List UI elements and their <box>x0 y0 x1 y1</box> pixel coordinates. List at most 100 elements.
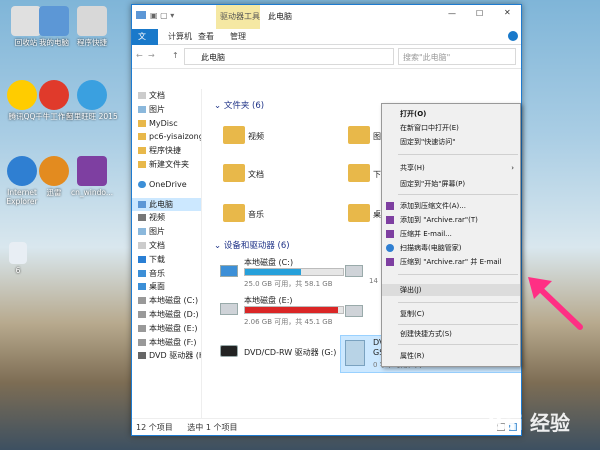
drive-usage-fill <box>245 307 339 313</box>
forward-arrow-icon[interactable]: → <box>148 51 155 60</box>
menu-label: 打开(O) <box>400 110 427 118</box>
nav-item-mydisc[interactable]: MyDisc <box>132 117 201 131</box>
title-bar: ▣ ▢ ▾ 驱动器工具 此电脑 — ☐ ✕ <box>132 5 521 29</box>
tab-manage[interactable]: 管理 <box>224 29 252 45</box>
drive-size: 2.06 GB 可用，共 45.1 GB <box>244 318 333 326</box>
nav-item-pictures[interactable]: 图片 <box>132 103 201 117</box>
nav-item-desktop[interactable]: 桌面 <box>132 280 201 294</box>
menu-item-compress-email[interactable]: 压缩并 E-mail... <box>382 228 520 240</box>
help-icon[interactable] <box>508 31 518 41</box>
nav-item-drive-d[interactable]: 本地磁盘 (D:) <box>132 308 201 322</box>
nav-item-drive-c[interactable]: 本地磁盘 (C:) <box>132 294 201 308</box>
nav-label: DVD 驱动器 (H:) <box>149 351 201 361</box>
menu-item-open-new-window[interactable]: 在新窗口中打开(E) <box>382 122 520 134</box>
menu-item-eject[interactable]: 弹出(J) <box>382 284 520 296</box>
menu-item-properties[interactable]: 属性(R) <box>382 350 520 362</box>
desktop-icon-programs[interactable]: 程序快捷 <box>66 6 118 47</box>
desktop-icon-label: 程序快捷 <box>77 38 107 47</box>
drive-icon <box>345 265 363 277</box>
drive-e[interactable]: 本地磁盘 (E:) 2.06 GB 可用，共 45.1 GB <box>220 295 345 329</box>
desktop-icon-aliwangwang[interactable]: 阿里旺旺 2015 <box>66 80 118 121</box>
quick-access-toolbar[interactable]: ▣ ▢ ▾ <box>150 11 190 21</box>
nav-item-new-folder[interactable]: 新建文件夹 <box>132 158 201 172</box>
drive-partial-right-2[interactable] <box>345 299 375 333</box>
nav-item-this-pc[interactable]: 此电脑 <box>132 197 201 212</box>
context-menu: 打开(O) 在新窗口中打开(E) 固定到"快速访问" 共享(H) › 固定到"开始… <box>381 103 521 367</box>
desktop-icon-file[interactable]: 6 <box>0 242 44 275</box>
menu-separator <box>398 324 518 325</box>
folder-documents[interactable]: 文档 <box>220 159 280 191</box>
section-title: 设备和驱动器 (6) <box>223 241 290 251</box>
menu-item-compress-rar-email[interactable]: 压缩到 "Archive.rar" 并 E-mail <box>382 256 520 268</box>
windows-drive-icon <box>220 265 238 277</box>
aliwangwang-icon <box>77 80 107 110</box>
cloud-icon <box>138 180 146 188</box>
tab-view[interactable]: 查看 <box>192 29 220 45</box>
up-arrow-icon[interactable]: ↑ <box>172 51 179 60</box>
minimize-button[interactable]: — <box>448 9 456 18</box>
picture-icon <box>138 228 146 236</box>
menu-label: 在新窗口中打开(E) <box>400 124 459 132</box>
folder-icon <box>138 133 146 141</box>
menu-item-add-archive-rar[interactable]: 添加到 "Archive.rar"(T) <box>382 214 520 226</box>
nav-item-pc6[interactable]: pc6-yisaizongh <box>132 130 201 144</box>
nav-item-drive-e[interactable]: 本地磁盘 (E:) <box>132 322 201 336</box>
folder-music[interactable]: 音乐 <box>220 199 280 231</box>
back-arrow-icon[interactable]: ← <box>136 51 143 60</box>
devices-section-header[interactable]: ⌄ 设备和驱动器 (6) <box>214 239 290 251</box>
menu-item-add-archive[interactable]: 添加到压缩文件(A)... <box>382 200 520 212</box>
menu-label: 压缩到 "Archive.rar" 并 E-mail <box>400 258 502 266</box>
menu-item-create-shortcut[interactable]: 创建快捷方式(S) <box>382 328 520 340</box>
desktop-icon-winrar[interactable]: cn_windo... <box>66 156 118 197</box>
folder-icon <box>138 119 146 127</box>
folder-icon <box>348 204 370 222</box>
menu-item-open[interactable]: 打开(O) <box>382 108 520 120</box>
nav-item-drive-f[interactable]: 本地磁盘 (F:) <box>132 336 201 350</box>
folders-section-header[interactable]: ⌄ 文件夹 (6) <box>214 99 264 111</box>
nav-item-documents-2[interactable]: 文档 <box>132 239 201 253</box>
address-bar[interactable]: 此电脑 <box>184 48 394 65</box>
drive-icon <box>138 310 146 318</box>
qianniu-icon <box>39 80 69 110</box>
nav-label: OneDrive <box>149 179 187 189</box>
computer-icon <box>138 200 146 208</box>
menu-item-scan-virus[interactable]: 扫描病毒(电脑管家) <box>382 242 520 254</box>
nav-item-music[interactable]: 音乐 <box>132 267 201 281</box>
folder-videos[interactable]: 视频 <box>220 121 280 153</box>
menu-label: 扫描病毒(电脑管家) <box>400 244 462 252</box>
menu-label: 固定到"快速访问" <box>400 138 456 146</box>
nav-label: 音乐 <box>149 268 165 278</box>
menu-separator <box>398 344 518 345</box>
winrar-icon <box>386 216 394 224</box>
maximize-button[interactable]: ☐ <box>476 9 483 18</box>
nav-label: 本地磁盘 (C:) <box>149 296 199 306</box>
nav-item-onedrive[interactable]: OneDrive <box>132 178 201 192</box>
tab-file[interactable]: 文件 <box>132 29 158 57</box>
nav-item-dvd-h[interactable]: DVD 驱动器 (H:) <box>132 349 201 363</box>
window-title: 此电脑 <box>268 12 292 21</box>
drive-dvd-g[interactable]: DVD/CD-RW 驱动器 (G:) <box>220 337 345 371</box>
menu-item-share[interactable]: 共享(H) › <box>382 162 520 174</box>
nav-item-downloads[interactable]: 下载 <box>132 253 201 267</box>
nav-item-program-shortcuts[interactable]: 程序快捷 <box>132 144 201 158</box>
drive-c[interactable]: 本地磁盘 (C:) 25.0 GB 可用，共 58.1 GB <box>220 257 345 291</box>
nav-item-pictures-2[interactable]: 图片 <box>132 225 201 239</box>
nav-label: 新建文件夹 <box>149 159 189 169</box>
winrar-icon <box>386 258 394 266</box>
section-title: 文件夹 (6) <box>223 101 265 111</box>
nav-item-documents[interactable]: 文档 <box>132 89 201 103</box>
menu-item-pin-start[interactable]: 固定到"开始"屏幕(P) <box>382 178 520 190</box>
desktop-icon-label: cn_windo... <box>71 188 113 197</box>
drive-tools-label: 驱动器工具 <box>220 12 260 21</box>
address-text: 此电脑 <box>201 53 225 62</box>
menu-label: 属性(R) <box>400 352 425 360</box>
folder-icon <box>138 147 146 155</box>
menu-label: 复制(C) <box>400 310 425 318</box>
close-button[interactable]: ✕ <box>504 8 511 17</box>
nav-item-videos[interactable]: 视频 <box>132 211 201 225</box>
menu-item-pin-quick-access[interactable]: 固定到"快速访问" <box>382 136 520 148</box>
drive-partial-right-1[interactable]: 14 <box>345 257 378 291</box>
search-input[interactable]: 搜索"此电脑" <box>398 48 516 65</box>
desktop-icon-label: 我的电脑 <box>39 38 69 47</box>
menu-item-copy[interactable]: 复制(C) <box>382 308 520 320</box>
